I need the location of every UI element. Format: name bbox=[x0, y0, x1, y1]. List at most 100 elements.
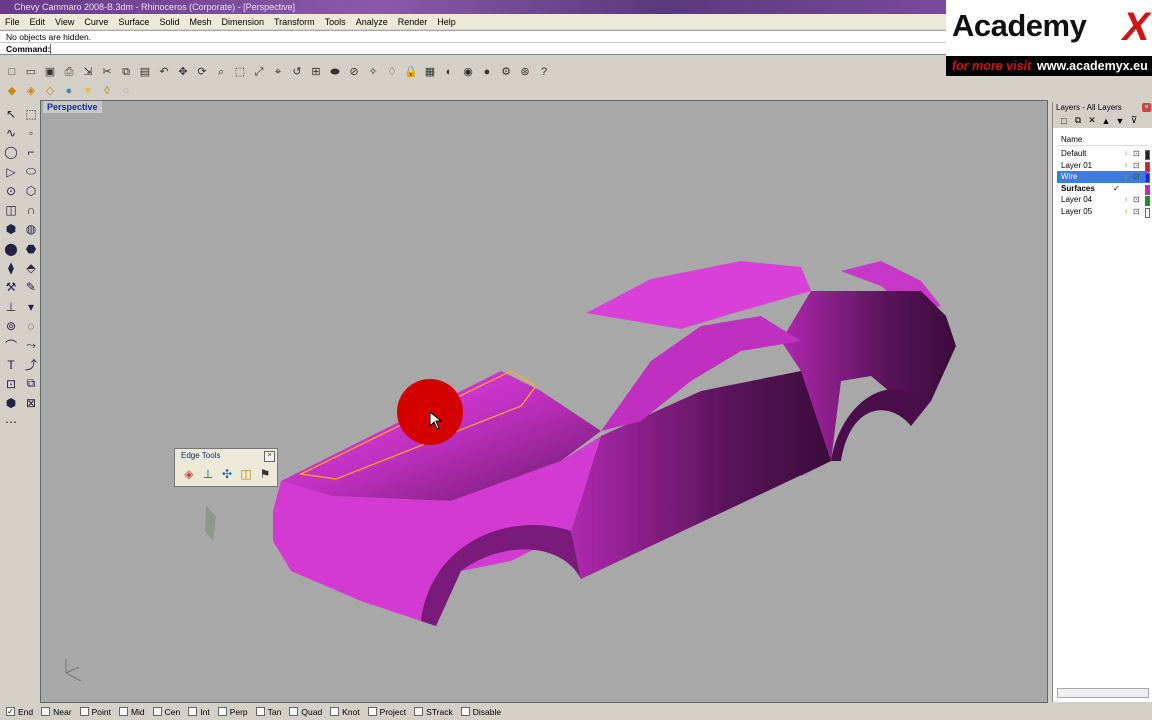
paste-icon[interactable]: ▤ bbox=[137, 64, 153, 80]
new-layer-icon[interactable]: □ bbox=[1057, 116, 1071, 126]
menu-mesh[interactable]: Mesh bbox=[184, 17, 216, 27]
move-down-icon[interactable]: ▼ bbox=[1113, 116, 1127, 126]
osnap-mid[interactable]: Mid bbox=[118, 707, 145, 717]
modeling-tool-icon[interactable]: ⚒ bbox=[1, 278, 21, 297]
osnap-checkbox[interactable] bbox=[118, 707, 128, 716]
undo-icon[interactable]: ↶ bbox=[156, 64, 172, 80]
join-edges-icon[interactable]: ◫ bbox=[238, 466, 254, 482]
visibility-bulb-icon[interactable]: ♀ bbox=[1123, 194, 1129, 206]
layer-color-swatch[interactable] bbox=[1145, 150, 1150, 160]
osnap-point[interactable]: Point bbox=[79, 707, 111, 717]
osnap-checkbox[interactable] bbox=[330, 707, 340, 716]
grid-icon[interactable]: ▦ bbox=[422, 64, 438, 80]
new-icon[interactable]: □ bbox=[4, 64, 20, 80]
lock-icon[interactable]: 🔒 bbox=[403, 64, 419, 80]
modeling-tool-icon[interactable]: ⌐ bbox=[21, 143, 41, 162]
modeling-tool-icon[interactable]: ⤳ bbox=[21, 336, 41, 355]
layer-row[interactable]: Wire ♀ ⊡ bbox=[1057, 171, 1150, 183]
layer-row[interactable]: Layer 04 ♀ ⊡ bbox=[1057, 194, 1150, 206]
osnap-project[interactable]: Project bbox=[367, 707, 406, 717]
osnap-checkbox[interactable] bbox=[188, 707, 198, 716]
modeling-tool-icon[interactable]: ▾ bbox=[21, 297, 41, 316]
settings-icon[interactable]: ⚙ bbox=[498, 64, 514, 80]
modeling-tool-icon[interactable]: ⬭ bbox=[21, 162, 41, 181]
modeling-tool-icon[interactable]: T bbox=[1, 355, 21, 374]
layer-row[interactable]: Layer 05 ♀ ⊡ bbox=[1057, 206, 1150, 218]
osnap-checkbox[interactable] bbox=[460, 707, 470, 716]
modeling-tool-icon[interactable]: ⤴ bbox=[21, 355, 41, 374]
menu-solid[interactable]: Solid bbox=[154, 17, 184, 27]
osnap-checkbox[interactable] bbox=[255, 707, 265, 716]
visibility-bulb-icon[interactable]: ♀ bbox=[1123, 160, 1129, 172]
modeling-tool-icon[interactable]: ⊠ bbox=[21, 393, 41, 412]
modeling-tool-icon[interactable]: ↖ bbox=[1, 104, 21, 123]
osnap-near[interactable]: Near bbox=[41, 707, 72, 717]
visibility-bulb-icon[interactable]: ♀ bbox=[1123, 148, 1129, 160]
menu-render[interactable]: Render bbox=[393, 17, 433, 27]
modeling-tool-icon[interactable]: ⊡ bbox=[1, 374, 21, 393]
layers-close-icon[interactable]: × bbox=[1142, 103, 1151, 112]
menu-transform[interactable]: Transform bbox=[269, 17, 320, 27]
open-icon[interactable]: ▭ bbox=[23, 64, 39, 80]
save-icon[interactable]: ▣ bbox=[42, 64, 58, 80]
osnap-int[interactable]: Int bbox=[188, 707, 210, 717]
split-edge-icon[interactable]: ⊥ bbox=[200, 466, 216, 482]
modeling-tool-icon[interactable]: ⌒ bbox=[1, 336, 21, 355]
layer-row[interactable]: Default ♀ ⊡ bbox=[1057, 148, 1150, 160]
osnap-icon[interactable]: ✧ bbox=[365, 64, 381, 80]
light-icon[interactable]: ♢ bbox=[384, 64, 400, 80]
four-view-icon[interactable]: ⊞ bbox=[308, 64, 324, 80]
modeling-tool-icon[interactable]: ◍ bbox=[21, 220, 41, 239]
osnap-end[interactable]: ✓ End bbox=[6, 707, 33, 717]
perspective-viewport[interactable]: Perspective Edge Tools × ◈ ⊥ ✣ ◫ ⚑ bbox=[40, 100, 1048, 703]
osnap-tan[interactable]: Tan bbox=[255, 707, 281, 717]
layer-color-swatch[interactable] bbox=[1145, 207, 1150, 218]
layer-row[interactable]: Surfaces ✓ bbox=[1057, 183, 1150, 195]
render-tool-icon[interactable]: ✶ bbox=[80, 83, 96, 99]
pan-icon[interactable]: ✥ bbox=[175, 64, 191, 80]
menu-dimension[interactable]: Dimension bbox=[216, 17, 269, 27]
osnap-checkbox[interactable] bbox=[414, 707, 424, 716]
modeling-tool-icon[interactable]: ⊥ bbox=[1, 297, 21, 316]
edge-tools-close-button[interactable]: × bbox=[264, 451, 275, 462]
osnap-cen[interactable]: Cen bbox=[152, 707, 180, 717]
modeling-tool-icon[interactable]: ✎ bbox=[21, 278, 41, 297]
merge-edge-icon[interactable]: ✣ bbox=[219, 466, 235, 482]
menu-tools[interactable]: Tools bbox=[320, 17, 351, 27]
menu-curve[interactable]: Curve bbox=[79, 17, 113, 27]
lock-icon[interactable]: ⊡ bbox=[1133, 148, 1140, 160]
layer-color-swatch[interactable] bbox=[1145, 184, 1150, 195]
modeling-tool-icon[interactable]: ◦ bbox=[21, 123, 41, 142]
osnap-checkbox[interactable]: ✓ bbox=[6, 707, 15, 716]
new-sublayer-icon[interactable]: ⧉ bbox=[1071, 115, 1085, 126]
osnap-strack[interactable]: STrack bbox=[414, 707, 453, 717]
copy-icon[interactable]: ⧉ bbox=[118, 64, 134, 80]
print-icon[interactable]: ⎙ bbox=[61, 64, 77, 80]
menu-surface[interactable]: Surface bbox=[113, 17, 154, 27]
layers-horizontal-scrollbar[interactable] bbox=[1057, 688, 1149, 698]
shade-icon[interactable]: ◐ bbox=[441, 64, 457, 80]
car-model[interactable] bbox=[41, 101, 1049, 704]
osnap-checkbox[interactable] bbox=[217, 707, 227, 716]
modeling-tool-icon[interactable]: ▷ bbox=[1, 162, 21, 181]
menu-analyze[interactable]: Analyze bbox=[351, 17, 393, 27]
modeling-tool-icon[interactable]: ◫ bbox=[1, 200, 21, 219]
lock-icon[interactable]: ⊡ bbox=[1133, 194, 1140, 206]
modeling-tool-icon[interactable]: ⬡ bbox=[21, 181, 41, 200]
osnap-quad[interactable]: Quad bbox=[289, 707, 322, 717]
modeling-tool-icon[interactable]: ∩ bbox=[21, 200, 41, 219]
undo-view-icon[interactable]: ↺ bbox=[289, 64, 305, 80]
cut-icon[interactable]: ✂ bbox=[99, 64, 115, 80]
move-up-icon[interactable]: ▲ bbox=[1099, 116, 1113, 126]
filter-icon[interactable]: ⊽ bbox=[1127, 115, 1141, 126]
osnap-checkbox[interactable] bbox=[152, 707, 162, 716]
command-input[interactable] bbox=[50, 44, 655, 54]
modeling-tool-icon[interactable]: ⋯ bbox=[1, 413, 21, 432]
modeling-tool-icon[interactable]: ⬘ bbox=[21, 258, 41, 277]
modeling-tool-icon[interactable]: ⬚ bbox=[21, 104, 41, 123]
layer-color-swatch[interactable] bbox=[1145, 161, 1150, 172]
osnap-knot[interactable]: Knot bbox=[330, 707, 360, 717]
show-edges-icon[interactable]: ◈ bbox=[181, 466, 197, 482]
modeling-tool-icon[interactable]: ⬤ bbox=[1, 239, 21, 258]
plugin-icon[interactable]: ⊛ bbox=[517, 64, 533, 80]
